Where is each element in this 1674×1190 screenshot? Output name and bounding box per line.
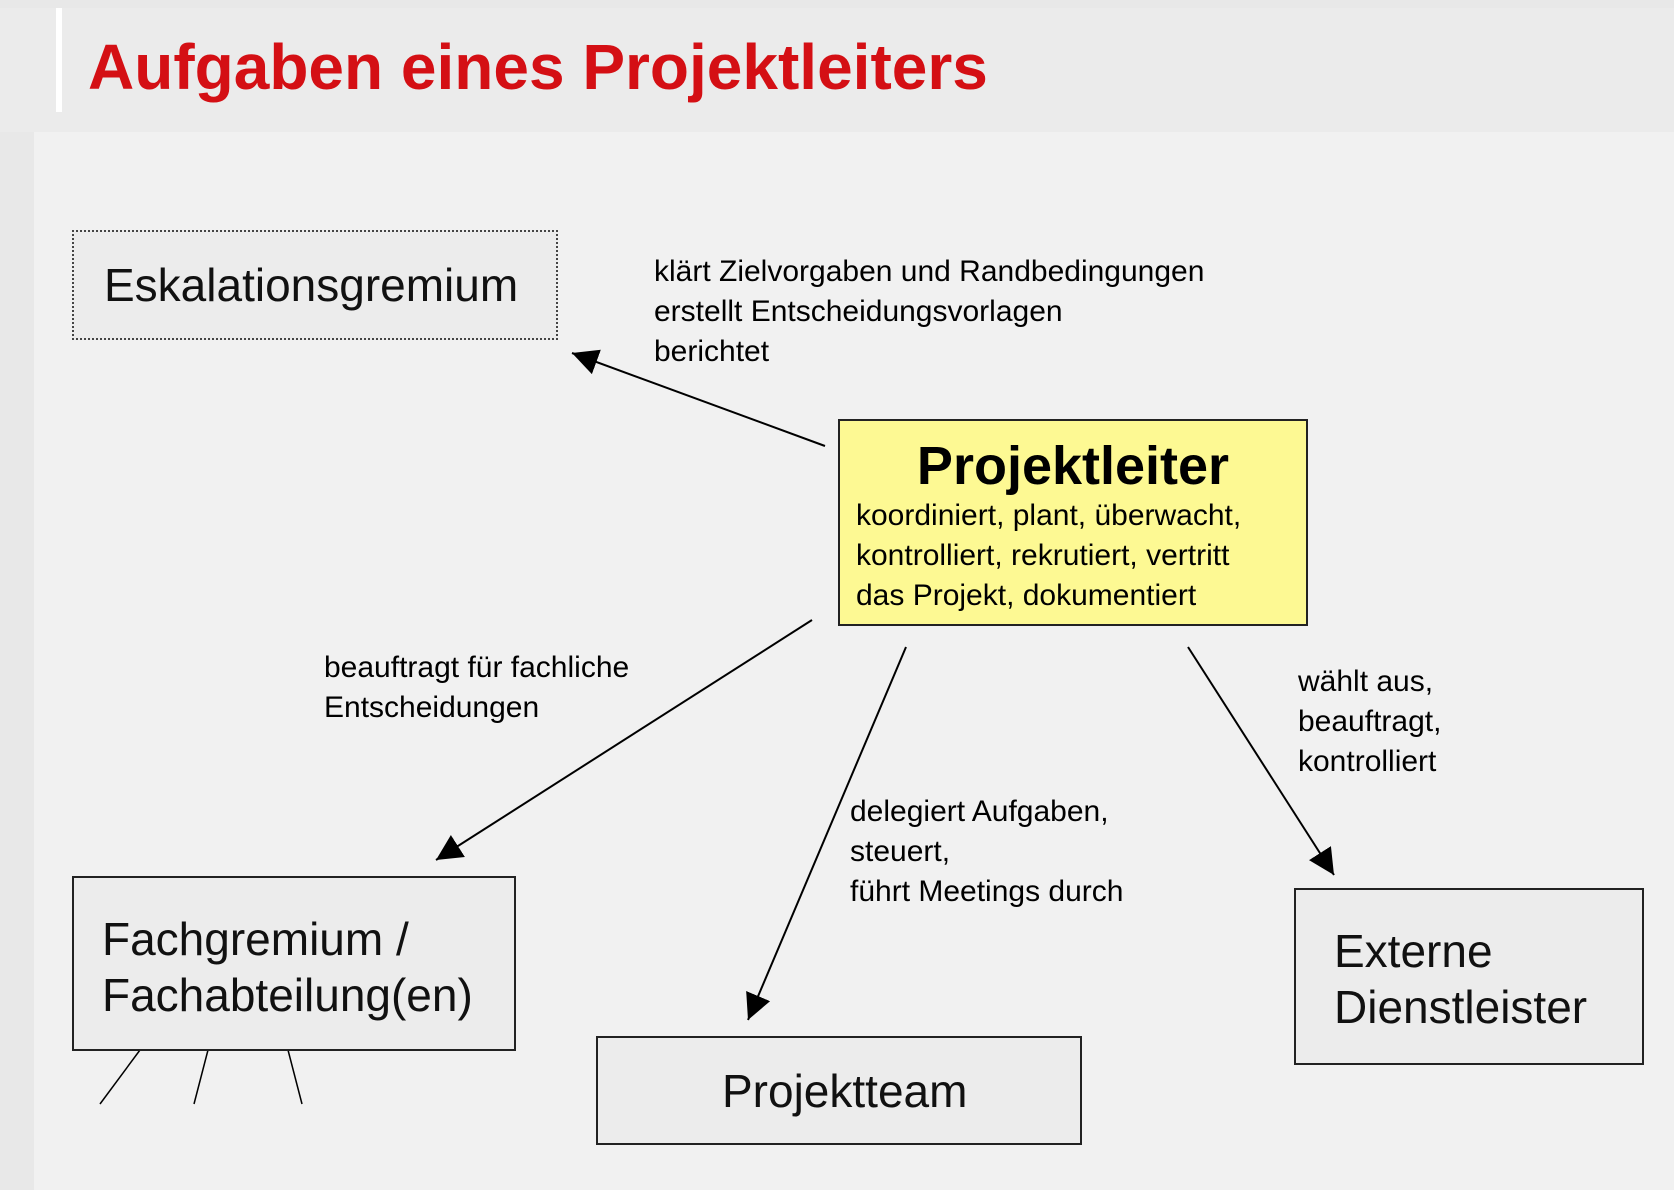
- node-extern-line-2: Dienstleister: [1334, 981, 1588, 1033]
- edge-label-extern-line-2: beauftragt,: [1298, 705, 1442, 738]
- edge-label-extern: wählt aus, beauftragt, kontrolliert: [1298, 662, 1441, 782]
- edge-label-projektteam-line-1: delegiert Aufgaben,: [850, 795, 1109, 828]
- node-fachgremium-line-1: Fachgremium /: [102, 913, 409, 965]
- node-eskalationsgremium-label: Eskalationsgremium: [104, 259, 519, 311]
- edge-label-eskalation-line-1: klärt Zielvorgaben und Randbedingungen: [654, 255, 1205, 288]
- edge-label-extern-line-1: wählt aus,: [1298, 665, 1434, 698]
- edge-label-fachgremium-line-1: beauftragt für fachliche: [324, 651, 630, 684]
- edge-label-fachgremium-line-2: Entscheidungen: [324, 691, 540, 724]
- edge-label-projektteam: delegiert Aufgaben, steuert, führt Meeti…: [850, 792, 1123, 912]
- edge-label-fachgremium: beauftragt für fachliche Entscheidungen: [324, 648, 629, 728]
- sub-line-3: [287, 1049, 303, 1105]
- edge-label-eskalation-line-2: erstellt Entscheidungsvorlagen: [654, 295, 1063, 328]
- node-projektleiter-line-3: das Projekt, dokumentiert: [856, 579, 1197, 612]
- node-projektleiter-title: Projektleiter: [916, 436, 1230, 496]
- node-projektteam: Projektteam: [596, 1036, 1082, 1145]
- sub-line-1: [99, 1049, 141, 1105]
- node-fachgremium: Fachgremium / Fachabteilung(en): [72, 876, 516, 1051]
- node-projektleiter-line-1: koordiniert, plant, überwacht,: [856, 499, 1242, 532]
- node-eskalationsgremium: Eskalationsgremium: [72, 230, 558, 340]
- node-projektteam-label: Projektteam: [722, 1065, 968, 1117]
- edge-label-eskalation-line-3: berichtet: [654, 335, 770, 368]
- node-projektleiter-line-2: kontrolliert, rekrutiert, vertritt: [856, 539, 1230, 572]
- node-projektleiter: Projektleiter koordiniert, plant, überwa…: [838, 419, 1308, 626]
- sub-line-2: [193, 1049, 209, 1105]
- edge-label-extern-line-3: kontrolliert: [1298, 745, 1437, 778]
- node-extern-line-1: Externe: [1334, 925, 1493, 977]
- edge-label-eskalation: klärt Zielvorgaben und Randbedingungen e…: [654, 252, 1204, 372]
- edge-label-projektteam-line-2: steuert,: [850, 835, 951, 868]
- edge-label-projektteam-line-3: führt Meetings durch: [850, 875, 1124, 908]
- node-fachgremium-line-2: Fachabteilung(en): [102, 969, 473, 1021]
- node-externe-dienstleister: Externe Dienstleister: [1294, 888, 1644, 1065]
